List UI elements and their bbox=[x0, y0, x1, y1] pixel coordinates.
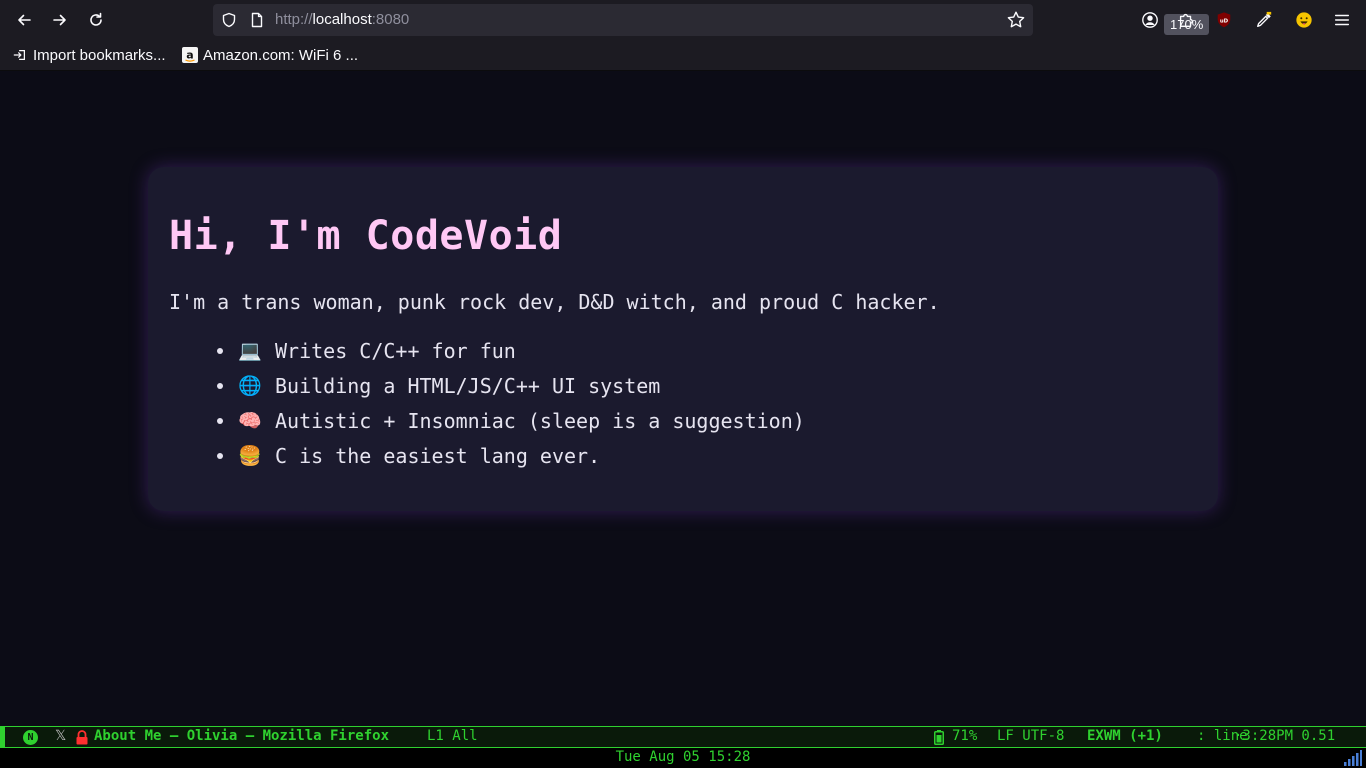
page-heading: Hi, I'm CodeVoid bbox=[169, 213, 563, 259]
back-button[interactable] bbox=[10, 6, 38, 34]
import-icon bbox=[12, 47, 28, 63]
url-text[interactable]: http://localhost:8080 bbox=[275, 11, 409, 28]
ublock-origin-button[interactable]: uD bbox=[1214, 10, 1234, 30]
intro-text: I'm a trans woman, punk rock dev, D&D wi… bbox=[169, 290, 940, 314]
app-menu-button[interactable] bbox=[1332, 10, 1352, 30]
date-time: Tue Aug 05 15:28 bbox=[615, 749, 751, 765]
x-icon: 𝕏 bbox=[55, 728, 67, 744]
n-badge-icon: N bbox=[23, 730, 38, 745]
list-item-text: Autistic + Insomniac (sleep is a suggest… bbox=[275, 408, 805, 433]
shield-icon[interactable] bbox=[221, 12, 237, 28]
globe-emoji-icon: 🌐 bbox=[238, 375, 262, 397]
bookmark-label: Import bookmarks... bbox=[33, 46, 166, 64]
svg-text:uD: uD bbox=[1220, 18, 1229, 24]
reload-button[interactable] bbox=[82, 6, 110, 34]
battery-level: 71% bbox=[952, 728, 978, 744]
signal-strength-icon bbox=[1344, 750, 1362, 766]
encoding-indicator[interactable]: LF UTF-8 bbox=[997, 728, 1064, 744]
url-scheme: http:// bbox=[275, 11, 313, 28]
lock-icon bbox=[76, 730, 88, 745]
url-host: localhost bbox=[312, 11, 372, 28]
hamburger-menu-icon bbox=[1334, 14, 1350, 26]
puzzle-icon bbox=[1179, 13, 1193, 27]
eyedropper-icon bbox=[1257, 11, 1272, 27]
svg-text:a: a bbox=[186, 49, 193, 62]
extensions-button[interactable] bbox=[1176, 10, 1196, 30]
time-load-indicator: ·3:28PM 0.51 bbox=[1234, 728, 1336, 744]
burger-emoji-icon: 🍔 bbox=[238, 445, 262, 467]
ublock-shield-icon: uD bbox=[1217, 12, 1231, 28]
color-picker-button[interactable] bbox=[1254, 10, 1274, 30]
page-viewport: Hi, I'm CodeVoid I'm a trans woman, punk… bbox=[0, 71, 1366, 726]
list-item-text: Writes C/C++ for fun bbox=[275, 338, 516, 363]
about-card: Hi, I'm CodeVoid I'm a trans woman, punk… bbox=[148, 167, 1218, 511]
account-icon bbox=[1142, 12, 1158, 28]
emoji-extension-button[interactable] bbox=[1294, 10, 1314, 30]
bookmark-star-icon[interactable] bbox=[1006, 10, 1026, 30]
list-item: 🍔 C is the easiest lang ever. bbox=[217, 438, 805, 473]
amazon-icon: a bbox=[182, 47, 198, 63]
bookmark-label: Amazon.com: WiFi 6 ... bbox=[203, 46, 359, 64]
bookmarks-toolbar: Import bookmarks... a Amazon.com: WiFi 6… bbox=[0, 40, 1366, 71]
list-item-text: Building a HTML/JS/C++ UI system bbox=[275, 373, 661, 398]
forward-button[interactable] bbox=[46, 6, 74, 34]
browser-toolbar: http://localhost:8080 170% uD bbox=[0, 0, 1366, 40]
echo-area: Tue Aug 05 15:28 bbox=[0, 748, 1366, 768]
bookmark-import[interactable]: Import bookmarks... bbox=[12, 45, 166, 65]
list-item-text: C is the easiest lang ever. bbox=[275, 443, 601, 468]
buffer-position: L1 All bbox=[427, 728, 478, 744]
arrow-left-icon bbox=[18, 14, 31, 26]
emacs-mode-line: N 𝕏 About Me — Olivia — Mozilla Firefox … bbox=[0, 726, 1366, 748]
arrow-right-icon bbox=[53, 14, 66, 26]
list-item: 💻 Writes C/C++ for fun bbox=[217, 333, 805, 368]
facts-list: 💻 Writes C/C++ for fun 🌐 Building a HTML/J… bbox=[217, 333, 805, 473]
list-item: 🧠 Autistic + Insomniac (sleep is a sugges… bbox=[217, 403, 805, 438]
url-port: :8080 bbox=[371, 11, 410, 28]
major-mode[interactable]: EXWM (+1) bbox=[1087, 728, 1163, 744]
account-button[interactable] bbox=[1140, 10, 1160, 30]
smiley-face-icon bbox=[1296, 12, 1312, 28]
reload-icon bbox=[90, 12, 102, 26]
battery-icon bbox=[934, 730, 944, 745]
brain-emoji-icon: 🧠 bbox=[238, 410, 262, 432]
page-icon[interactable] bbox=[249, 12, 265, 28]
bookmark-amazon[interactable]: a Amazon.com: WiFi 6 ... bbox=[182, 45, 358, 65]
buffer-title[interactable]: About Me — Olivia — Mozilla Firefox bbox=[94, 728, 389, 744]
list-item: 🌐 Building a HTML/JS/C++ UI system bbox=[217, 368, 805, 403]
url-bar[interactable]: http://localhost:8080 170% bbox=[213, 4, 1210, 36]
laptop-emoji-icon: 💻 bbox=[238, 340, 262, 362]
mode-line-marker bbox=[0, 727, 5, 747]
